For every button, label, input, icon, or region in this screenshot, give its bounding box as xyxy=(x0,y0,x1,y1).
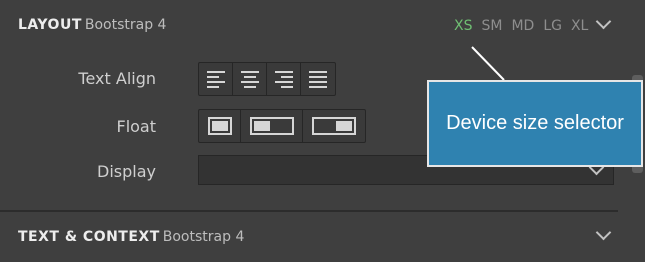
annotation-text: Device size selector xyxy=(446,112,624,134)
device-size-annotation: Device size selector xyxy=(427,80,643,167)
